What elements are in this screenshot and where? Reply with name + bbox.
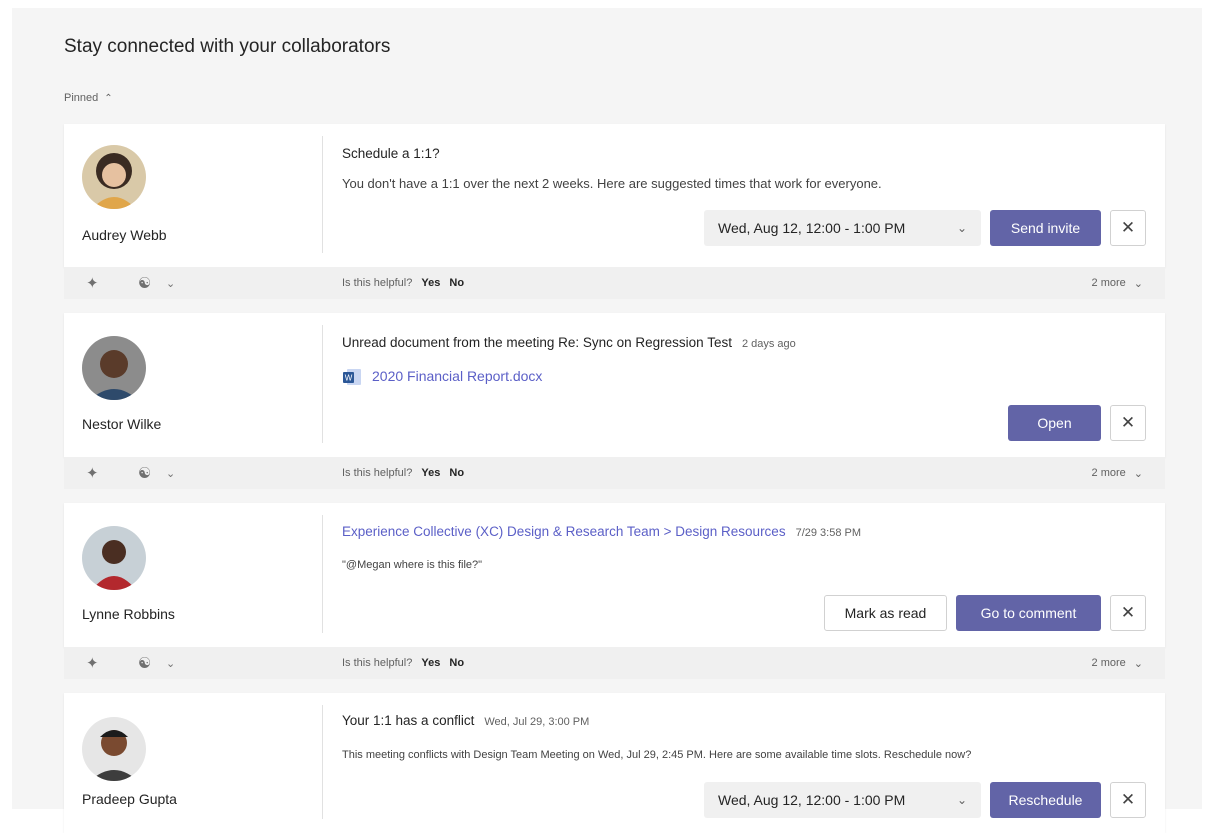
collaborator-card-lynne: Lynne Robbins Experience Collective (XC)…	[64, 503, 1165, 647]
card-content: Your 1:1 has a conflict Wed, Jul 29, 3:00…	[342, 693, 1165, 833]
time-slot-value: Wed, Aug 12, 12:00 - 1:00 PM	[718, 220, 906, 236]
collaborators-panel: Stay connected with your collaborators P…	[12, 8, 1202, 833]
card-feedback-bar: ✦ ☯ ⌄ Is this helpful? Yes No 2 more ⌄	[64, 267, 1165, 299]
close-icon: ✕	[1120, 790, 1136, 809]
person-block: Audrey Webb	[64, 124, 322, 267]
card-title: Your 1:1 has a conflict Wed, Jul 29, 3:00…	[342, 713, 589, 728]
person-name[interactable]: Audrey Webb	[82, 227, 167, 243]
card-content: Experience Collective (XC) Design & Rese…	[342, 503, 1165, 647]
helpful-prompt: Is this helpful? Yes No	[342, 657, 464, 669]
avatar[interactable]	[82, 717, 146, 781]
chevron-down-icon: ⌄	[1133, 657, 1143, 670]
more-label: 2 more	[1091, 277, 1126, 289]
comment-quote: "@Megan where is this file?"	[342, 559, 483, 571]
card-content: Unread document from the meeting Re: Syn…	[342, 313, 1165, 457]
chevron-down-icon: ⌄	[1133, 277, 1143, 290]
person-block: Nestor Wilke	[64, 313, 322, 457]
person-name[interactable]: Nestor Wilke	[82, 416, 161, 432]
helpful-no-button[interactable]: No	[449, 277, 464, 289]
chevron-down-icon[interactable]: ⌄	[166, 277, 175, 290]
helpful-yes-button[interactable]: Yes	[421, 277, 440, 289]
helpful-question: Is this helpful?	[342, 277, 413, 289]
send-invite-button[interactable]: Send invite	[990, 210, 1101, 246]
dismiss-button[interactable]: ✕	[1110, 405, 1146, 441]
go-to-comment-button[interactable]: Go to comment	[956, 595, 1101, 631]
timestamp: Wed, Jul 29, 3:00 PM	[484, 716, 590, 728]
document-name: 2020 Financial Report.docx	[372, 368, 543, 384]
document-link[interactable]: W 2020 Financial Report.docx	[342, 367, 542, 385]
avatar[interactable]	[82, 145, 146, 209]
chevron-down-icon[interactable]: ⌄	[166, 467, 175, 480]
chevron-down-icon: ⌄	[956, 221, 967, 235]
more-suggestions-button[interactable]: 2 more ⌄	[1092, 277, 1143, 290]
more-label: 2 more	[1091, 467, 1126, 479]
time-slot-dropdown[interactable]: Wed, Aug 12, 12:00 - 1:00 PM ⌄	[704, 210, 981, 246]
chevron-down-icon[interactable]: ⌄	[166, 657, 175, 670]
helpful-question: Is this helpful?	[342, 657, 413, 669]
collaborator-card-audrey: Audrey Webb Schedule a 1:1? You don't ha…	[64, 124, 1165, 267]
timestamp: 7/29 3:58 PM	[795, 527, 862, 539]
card-description: You don't have a 1:1 over the next 2 wee…	[342, 176, 882, 191]
page-title: Stay connected with your collaborators	[64, 36, 391, 57]
dismiss-button[interactable]: ✕	[1110, 782, 1146, 818]
helpful-yes-button[interactable]: Yes	[421, 657, 440, 669]
chevron-up-icon: ⌃	[104, 92, 113, 104]
open-button[interactable]: Open	[1008, 405, 1101, 441]
card-description: This meeting conflicts with Design Team …	[342, 749, 972, 761]
person-name[interactable]: Pradeep Gupta	[82, 791, 177, 807]
more-suggestions-button[interactable]: 2 more ⌄	[1092, 467, 1143, 480]
helpful-prompt: Is this helpful? Yes No	[342, 277, 464, 289]
card-title-text: Your 1:1 has a conflict	[342, 713, 475, 728]
people-icon[interactable]: ☯	[138, 654, 151, 672]
avatar[interactable]	[82, 336, 146, 400]
time-slot-dropdown[interactable]: Wed, Aug 12, 12:00 - 1:00 PM ⌄	[704, 782, 981, 818]
time-slot-value: Wed, Aug 12, 12:00 - 1:00 PM	[718, 792, 906, 808]
card-title: Experience Collective (XC) Design & Rese…	[342, 524, 861, 539]
more-label: 2 more	[1091, 657, 1126, 669]
divider	[322, 136, 323, 253]
timestamp: 2 days ago	[741, 338, 796, 350]
card-title-text: Unread document from the meeting Re: Syn…	[342, 335, 732, 350]
unpin-icon[interactable]: ✦	[86, 464, 99, 482]
avatar[interactable]	[82, 526, 146, 590]
card-feedback-bar: ✦ ☯ ⌄ Is this helpful? Yes No 2 more ⌄	[64, 647, 1165, 679]
more-suggestions-button[interactable]: 2 more ⌄	[1092, 657, 1143, 670]
divider	[322, 515, 323, 633]
close-icon: ✕	[1120, 218, 1136, 237]
helpful-no-button[interactable]: No	[449, 467, 464, 479]
card-title: Unread document from the meeting Re: Syn…	[342, 335, 796, 350]
reschedule-button[interactable]: Reschedule	[990, 782, 1101, 818]
mark-as-read-button[interactable]: Mark as read	[824, 595, 947, 631]
card-feedback-bar: ✦ ☯ ⌄ Is this helpful? Yes No 2 more ⌄	[64, 457, 1165, 489]
person-name[interactable]: Lynne Robbins	[82, 606, 175, 622]
svg-text:W: W	[345, 374, 353, 383]
unpin-icon[interactable]: ✦	[86, 654, 99, 672]
divider	[322, 325, 323, 443]
chevron-down-icon: ⌄	[1133, 467, 1143, 480]
dismiss-button[interactable]: ✕	[1110, 595, 1146, 631]
person-block: Pradeep Gupta	[64, 693, 322, 833]
helpful-yes-button[interactable]: Yes	[421, 467, 440, 479]
helpful-no-button[interactable]: No	[449, 657, 464, 669]
pinned-label: Pinned	[64, 92, 99, 104]
channel-link[interactable]: Experience Collective (XC) Design & Rese…	[342, 524, 786, 539]
collaborator-card-nestor: Nestor Wilke Unread document from the me…	[64, 313, 1165, 457]
chevron-down-icon: ⌄	[956, 793, 967, 807]
people-icon[interactable]: ☯	[138, 464, 151, 482]
helpful-prompt: Is this helpful? Yes No	[342, 467, 464, 479]
divider	[322, 705, 323, 819]
unpin-icon[interactable]: ✦	[86, 274, 99, 292]
card-content: Schedule a 1:1? You don't have a 1:1 ove…	[342, 124, 1165, 267]
pinned-toggle[interactable]: Pinned ⌃	[64, 92, 113, 104]
helpful-question: Is this helpful?	[342, 467, 413, 479]
collaborator-card-pradeep: Pradeep Gupta Your 1:1 has a conflict Wed…	[64, 693, 1165, 833]
dismiss-button[interactable]: ✕	[1110, 210, 1146, 246]
people-icon[interactable]: ☯	[138, 274, 151, 292]
card-title: Schedule a 1:1?	[342, 146, 440, 161]
close-icon: ✕	[1120, 603, 1136, 622]
close-icon: ✕	[1120, 413, 1136, 432]
person-block: Lynne Robbins	[64, 503, 322, 647]
word-doc-icon: W	[342, 367, 361, 385]
